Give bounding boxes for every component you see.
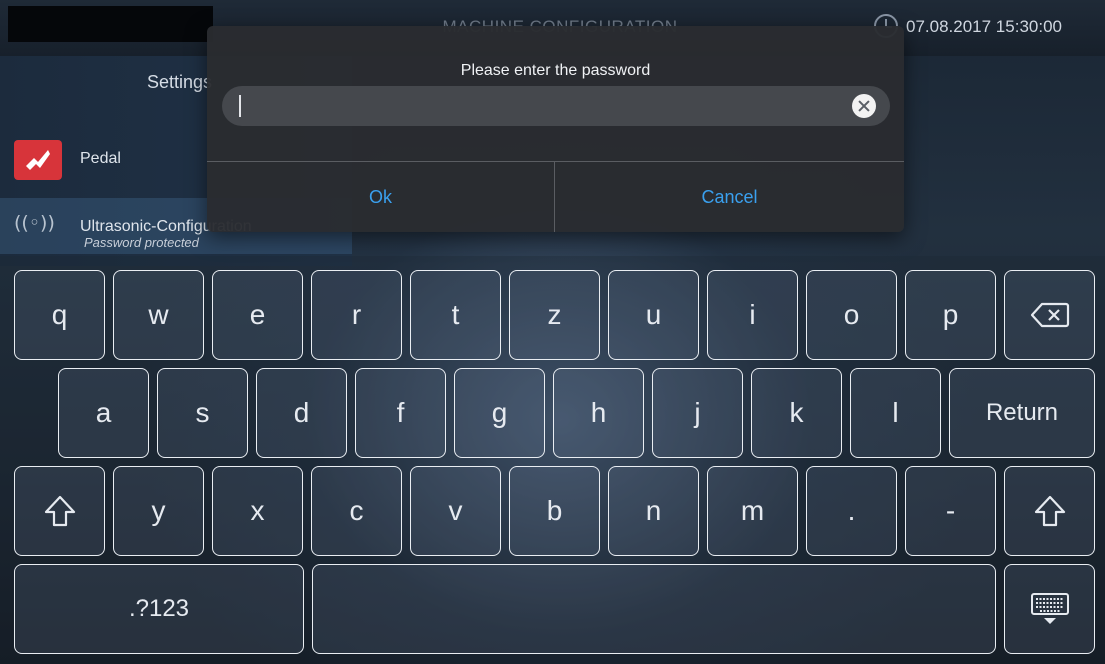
dialog-prompt: Please enter the password xyxy=(460,62,651,79)
sidebar-item-label: Pedal xyxy=(80,150,121,167)
ok-button-label: Ok xyxy=(368,186,392,207)
key-g[interactable]: g xyxy=(454,368,545,458)
key-h[interactable]: h xyxy=(553,368,644,458)
key-b[interactable]: b xyxy=(509,466,600,556)
key-w[interactable]: w xyxy=(113,270,204,360)
key-f[interactable]: f xyxy=(355,368,446,458)
key-a[interactable]: a xyxy=(58,368,149,458)
ok-button[interactable]: Ok xyxy=(207,162,554,232)
text-caret xyxy=(239,95,241,117)
ultrasonic-icon: ((◦)) xyxy=(14,212,55,234)
password-dialog: Please enter the password Ok Cancel xyxy=(207,26,904,232)
sidebar-item-sublabel: Password protected xyxy=(84,235,199,250)
key-hyphen[interactable]: - xyxy=(905,466,996,556)
space-key[interactable] xyxy=(312,564,996,654)
key-q[interactable]: q xyxy=(14,270,105,360)
key-s[interactable]: s xyxy=(157,368,248,458)
key-x[interactable]: x xyxy=(212,466,303,556)
key-u[interactable]: u xyxy=(608,270,699,360)
hide-keyboard-icon xyxy=(1030,593,1069,624)
key-k[interactable]: k xyxy=(751,368,842,458)
return-key[interactable]: Return xyxy=(949,368,1095,458)
key-i[interactable]: i xyxy=(707,270,798,360)
topbar-logo-area xyxy=(8,6,213,42)
backspace-icon xyxy=(1030,302,1069,328)
backspace-key[interactable] xyxy=(1004,270,1095,360)
key-o[interactable]: o xyxy=(806,270,897,360)
key-p[interactable]: p xyxy=(905,270,996,360)
key-m[interactable]: m xyxy=(707,466,798,556)
key-n[interactable]: n xyxy=(608,466,699,556)
key-d[interactable]: d xyxy=(256,368,347,458)
key-t[interactable]: t xyxy=(410,270,501,360)
key-l[interactable]: l xyxy=(850,368,941,458)
key-y[interactable]: y xyxy=(113,466,204,556)
clear-input-icon[interactable] xyxy=(852,94,876,118)
settings-title: Settings xyxy=(147,72,213,92)
shift-key-left[interactable] xyxy=(14,466,105,556)
key-j[interactable]: j xyxy=(652,368,743,458)
key-c[interactable]: c xyxy=(311,466,402,556)
shift-icon xyxy=(1034,495,1065,527)
key-period[interactable]: . xyxy=(806,466,897,556)
hide-keyboard-key[interactable] xyxy=(1004,564,1095,654)
symbols-key[interactable]: .?123 xyxy=(14,564,304,654)
on-screen-keyboard: q w e r t z u i o p a s d f g h j k l Re… xyxy=(0,256,1105,664)
shift-icon xyxy=(44,495,75,527)
datetime-display: 07.08.2017 15:30:00 xyxy=(906,17,1062,36)
key-v[interactable]: v xyxy=(410,466,501,556)
pedal-icon xyxy=(14,140,62,180)
cancel-button[interactable]: Cancel xyxy=(555,162,904,232)
key-e[interactable]: e xyxy=(212,270,303,360)
key-z[interactable]: z xyxy=(509,270,600,360)
password-input[interactable] xyxy=(222,86,890,126)
key-r[interactable]: r xyxy=(311,270,402,360)
shift-key-right[interactable] xyxy=(1004,466,1095,556)
